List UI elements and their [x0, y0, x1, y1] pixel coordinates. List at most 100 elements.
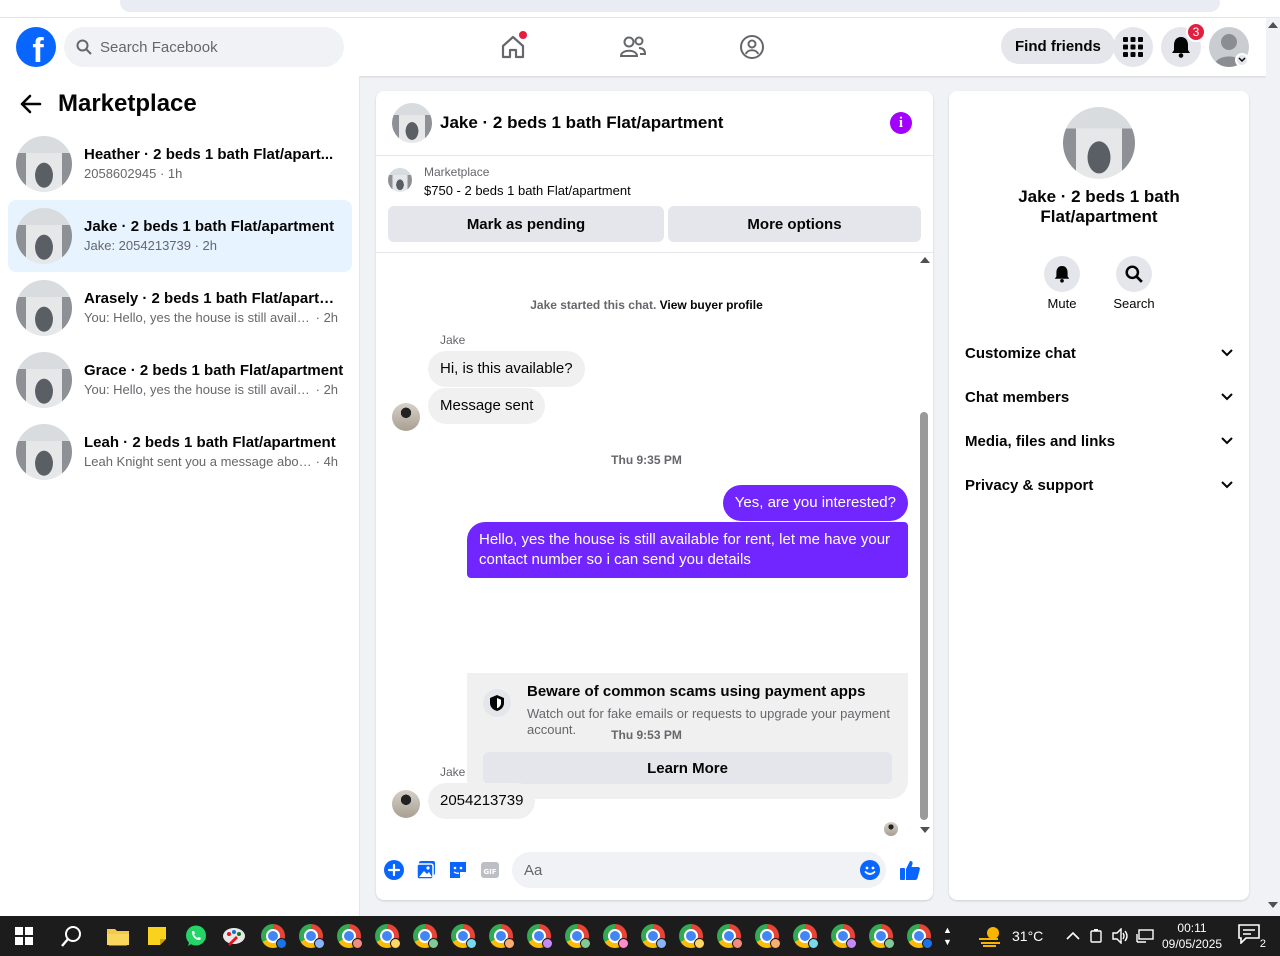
incoming-message[interactable]: Hi, is this available? [428, 351, 585, 387]
conversation-item[interactable]: Leah · 2 beds 1 bath Flat/apartment Leah… [8, 416, 352, 488]
groups-nav-button[interactable] [735, 30, 769, 64]
chrome-profile-icon[interactable] [829, 922, 857, 950]
chrome-profile-icon[interactable] [715, 922, 743, 950]
message-input[interactable] [512, 852, 886, 888]
sticker-icon[interactable] [447, 859, 469, 881]
conversation-time: · 1h [159, 166, 183, 181]
listing-thumbnail [16, 136, 72, 192]
clock-date: 09/05/2025 [1162, 937, 1223, 951]
chrome-profile-icon[interactable] [259, 922, 287, 950]
info-icon[interactable]: i [890, 112, 912, 134]
account-chevron-icon[interactable] [1235, 53, 1249, 67]
conversation-item-active[interactable]: Jake · 2 beds 1 bath Flat/apartment Jake… [8, 200, 352, 272]
chat-avatar[interactable] [392, 103, 432, 143]
more-options-button[interactable]: More options [668, 206, 921, 242]
volume-icon[interactable] [1112, 927, 1130, 947]
incoming-message[interactable]: 2054213739 [428, 783, 536, 819]
windows-start-icon[interactable] [10, 922, 38, 950]
network-icon[interactable] [1136, 928, 1154, 947]
home-notification-dot [519, 31, 527, 39]
paint-app-icon[interactable] [220, 922, 248, 950]
chrome-profile-icon[interactable] [335, 922, 363, 950]
address-bar[interactable] [120, 0, 1220, 12]
sender-avatar[interactable] [392, 403, 420, 431]
taskbar-overflow-arrows[interactable]: ▲ ▼ [943, 924, 952, 948]
battery-icon[interactable] [1089, 928, 1105, 947]
temperature: 31°C [1012, 928, 1044, 944]
home-nav-button[interactable] [496, 30, 530, 64]
back-arrow-icon[interactable] [20, 94, 42, 114]
notification-count-badge: 3 [1186, 22, 1206, 42]
row-label: Customize chat [965, 344, 1076, 362]
chrome-profile-icon[interactable] [867, 922, 895, 950]
sticky-notes-icon[interactable] [143, 922, 171, 950]
action-center-icon[interactable]: 2 [1238, 924, 1266, 950]
chrome-profile-icon[interactable] [639, 922, 667, 950]
scroll-up-arrow-icon[interactable] [1268, 22, 1278, 28]
find-friends-button[interactable]: Find friends [1001, 28, 1115, 64]
chrome-profile-icon[interactable] [677, 922, 705, 950]
chrome-profile-icon[interactable] [487, 922, 515, 950]
outgoing-message[interactable]: Yes, are you interested? [722, 485, 908, 521]
search-input[interactable] [100, 38, 320, 56]
chat-title[interactable]: Jake · 2 beds 1 bath Flat/apartment [440, 113, 723, 133]
chat-header: Jake · 2 beds 1 bath Flat/apartment i [376, 91, 933, 156]
chrome-profile-icon[interactable] [753, 922, 781, 950]
learn-more-button[interactable]: Learn More [483, 752, 892, 784]
menu-button[interactable] [1113, 27, 1153, 67]
chrome-profile-icon[interactable] [373, 922, 401, 950]
chrome-profile-icon[interactable] [563, 922, 591, 950]
chrome-profile-icon[interactable] [297, 922, 325, 950]
scroll-down-arrow-icon[interactable] [920, 827, 930, 833]
privacy-support-row[interactable]: Privacy & support [965, 465, 1233, 505]
message-timestamp: Thu 9:35 PM [611, 453, 682, 467]
chrome-profile-icon[interactable] [449, 922, 477, 950]
conversation-list: Heather · 2 beds 1 bath Flat/apart... 20… [8, 128, 352, 488]
media-files-links-row[interactable]: Media, files and links [965, 421, 1233, 461]
sender-avatar[interactable] [392, 790, 420, 818]
view-buyer-profile-link[interactable]: View buyer profile [660, 298, 763, 312]
chat-members-row[interactable]: Chat members [965, 377, 1233, 417]
search-box[interactable] [64, 27, 344, 67]
conversation-item[interactable]: Grace · 2 beds 1 bath Flat/apartment You… [8, 344, 352, 416]
whatsapp-icon[interactable] [182, 922, 210, 950]
conversation-preview: 2058602945 [84, 166, 157, 181]
conversation-avatar[interactable] [1063, 107, 1135, 179]
chevron-down-icon [1221, 349, 1233, 357]
facebook-logo-icon[interactable]: f [16, 27, 56, 67]
mark-as-pending-button[interactable]: Mark as pending [388, 206, 664, 242]
listing-thumbnail[interactable] [388, 168, 412, 192]
photo-icon[interactable] [415, 859, 437, 881]
chrome-profile-icon[interactable] [525, 922, 553, 950]
search-in-conversation-button[interactable]: Search [1104, 256, 1164, 311]
gif-icon[interactable]: GIF [479, 859, 501, 881]
chrome-profile-icon[interactable] [791, 922, 819, 950]
listing-thumbnail [16, 280, 72, 336]
page-scrollbar[interactable] [1266, 18, 1280, 916]
chat-started-notice: Jake started this chat. View buyer profi… [376, 298, 917, 312]
thumbs-up-icon[interactable] [899, 859, 921, 881]
system-clock[interactable]: 00:11 09/05/2025 [1162, 920, 1222, 952]
message-timestamp: Thu 9:53 PM [611, 728, 682, 742]
scroll-up-arrow-icon[interactable] [920, 257, 930, 263]
chrome-profile-icon[interactable] [601, 922, 629, 950]
chrome-profile-icon[interactable] [905, 922, 933, 950]
plus-icon[interactable] [383, 859, 405, 881]
conversation-item[interactable]: Heather · 2 beds 1 bath Flat/apart... 20… [8, 128, 352, 200]
mute-button[interactable]: Mute [1032, 256, 1092, 311]
outgoing-message[interactable]: Hello, yes the house is still available … [467, 522, 908, 578]
chrome-profile-icon[interactable] [411, 922, 439, 950]
chevron-up-icon[interactable] [1066, 928, 1080, 944]
groups-icon [740, 35, 764, 59]
file-explorer-icon[interactable] [104, 922, 132, 950]
listing-price-title[interactable]: $750 - 2 beds 1 bath Flat/apartment [424, 183, 631, 198]
friends-nav-button[interactable] [616, 30, 650, 64]
incoming-message[interactable]: Message sent [428, 388, 546, 424]
emoji-icon[interactable] [859, 859, 881, 881]
scroll-down-arrow-icon[interactable] [1268, 902, 1278, 908]
conversation-item[interactable]: Arasely · 2 beds 1 bath Flat/apartm... Y… [8, 272, 352, 344]
taskbar-search-icon[interactable] [58, 922, 86, 950]
customize-chat-row[interactable]: Customize chat [965, 333, 1233, 373]
scrollbar-thumb[interactable] [920, 412, 928, 820]
weather-widget[interactable]: 31°C [978, 916, 1043, 956]
